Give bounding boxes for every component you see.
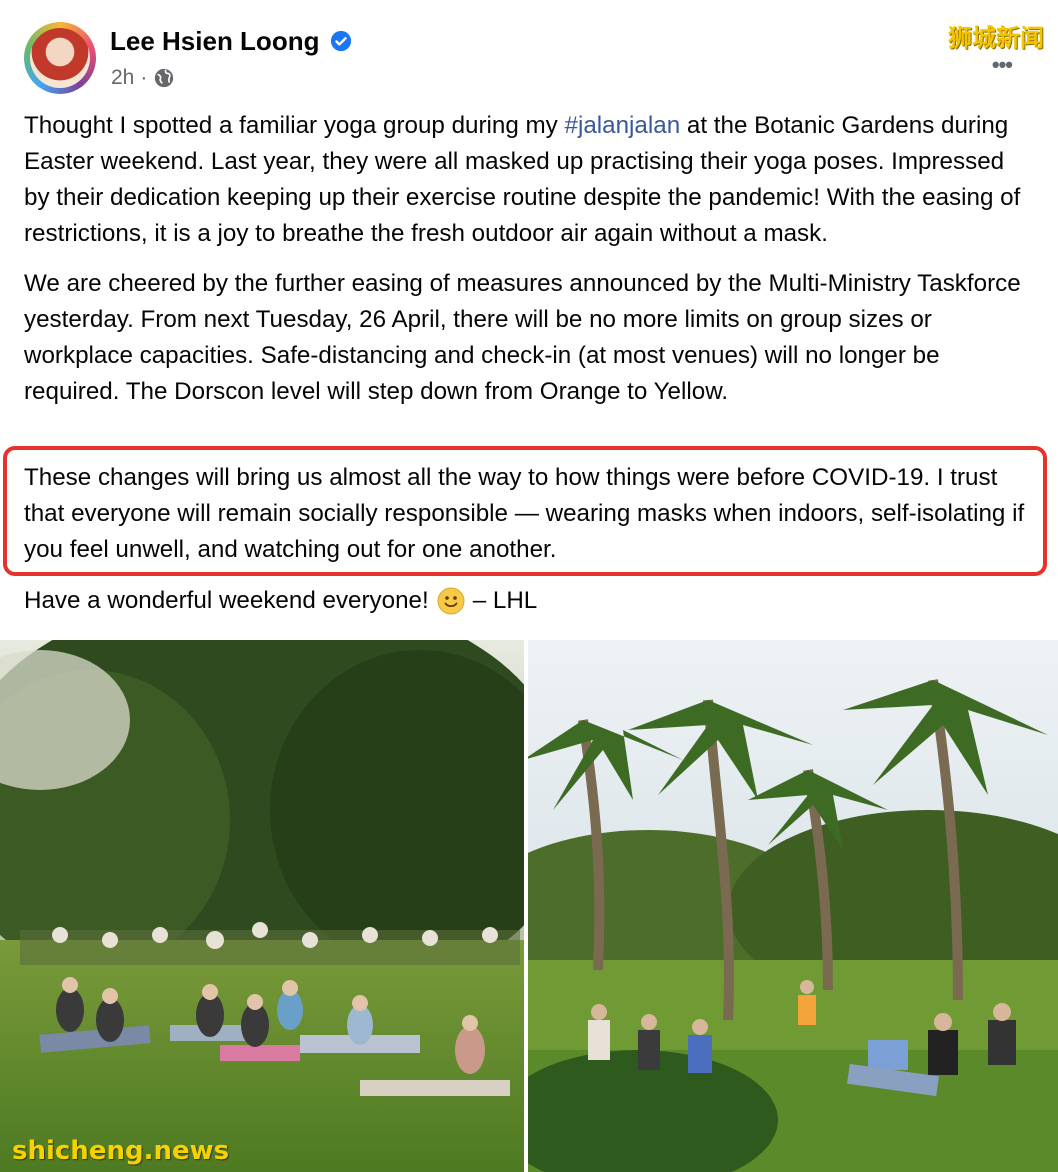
watermark-site: shicheng.news — [12, 1136, 230, 1166]
p4-signature: – LHL — [472, 587, 538, 614]
photo-yoga-group-image — [0, 640, 524, 1172]
photo-yoga-group[interactable] — [0, 640, 524, 1172]
photo-picnic-group-image — [528, 640, 1058, 1172]
watermark-chinese: 狮城新闻 — [948, 24, 1044, 52]
paragraph-2: We are cheered by the further easing of … — [24, 270, 1021, 405]
avatar-photo — [30, 28, 90, 88]
paragraph-3-highlighted: These changes will bring us almost all t… — [24, 464, 1025, 563]
p4-text: Have a wonderful weekend everyone! — [24, 587, 429, 614]
post-body: Thought I spotted a familiar yoga group … — [24, 108, 1034, 424]
p1-text-start: Thought I spotted a familiar yoga group … — [24, 112, 565, 139]
paragraph-1: Thought I spotted a familiar yoga group … — [24, 108, 1034, 252]
paragraph-4: Have a wonderful weekend everyone! – LHL — [24, 583, 537, 619]
verified-badge-icon — [330, 30, 352, 52]
facebook-post: Lee Hsien Loong 2h · 狮城新闻 ••• Thought I … — [0, 0, 1058, 1172]
post-time[interactable]: 2h — [111, 66, 134, 90]
author-avatar[interactable] — [24, 22, 96, 94]
globe-icon — [155, 68, 174, 88]
smiley-emoji-icon — [437, 587, 465, 615]
post-meta: 2h · — [111, 66, 175, 90]
meta-separator: · — [140, 66, 148, 89]
photo-picnic-group[interactable] — [528, 640, 1058, 1172]
more-options-icon[interactable]: ••• — [992, 52, 1013, 78]
hashtag-link[interactable]: #jalanjalan — [565, 112, 681, 139]
author-name[interactable]: Lee Hsien Loong — [110, 26, 319, 57]
